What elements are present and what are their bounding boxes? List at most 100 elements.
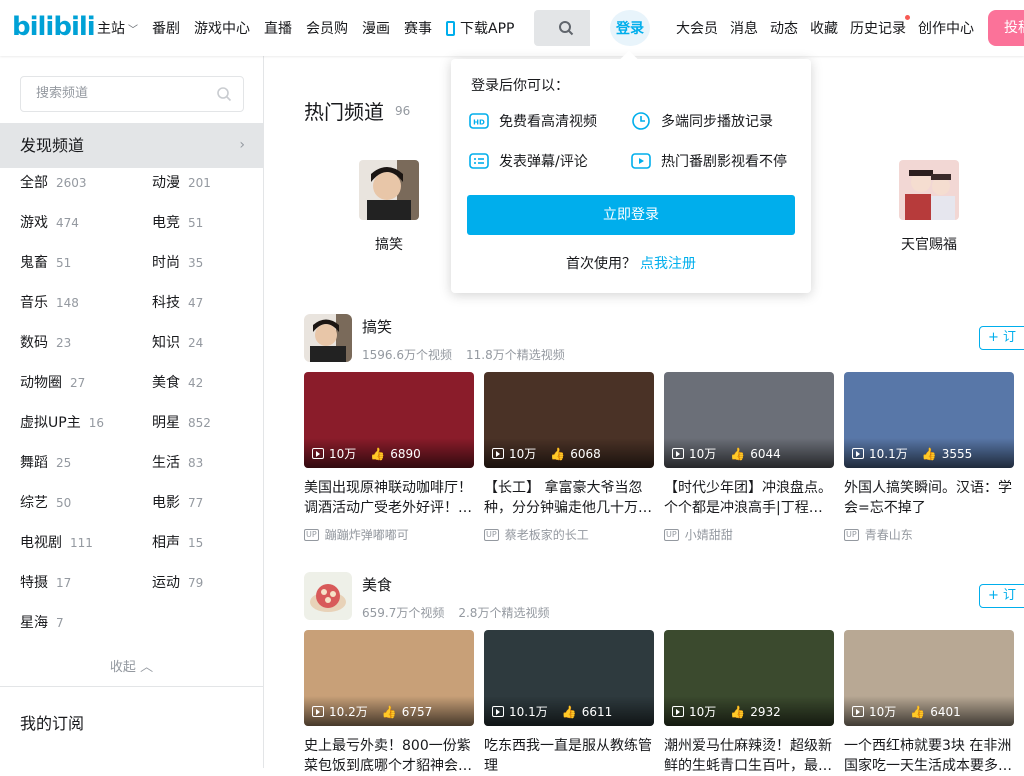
video-thumbnail[interactable]: 10万 👍 6044	[664, 372, 834, 468]
video-card[interactable]: 10万 👍 6044 【时代少年团】冲浪盘点。个个都是冲浪高手|丁程… UP 小婧甜…	[664, 372, 834, 543]
category-name: 运动	[152, 575, 180, 591]
video-uploader[interactable]: UP 蔡老板家的长工	[484, 526, 654, 543]
category-item[interactable]: 舞蹈 25	[20, 452, 71, 472]
video-stats: 10万 👍 6044	[672, 445, 795, 462]
my-subscriptions[interactable]: 我的订阅	[20, 710, 84, 734]
video-thumbnail[interactable]: 10.1万 👍 6611	[484, 630, 654, 726]
category-item[interactable]: 美食 42	[152, 372, 203, 392]
category-name: 相声	[152, 535, 180, 551]
video-thumbnail[interactable]: 10万 👍 6068	[484, 372, 654, 468]
video-uploader[interactable]: UP 青春山东	[844, 526, 1014, 543]
subscribe-button[interactable]: + 订	[979, 584, 1024, 608]
subscribe-button[interactable]: + 订	[979, 326, 1024, 350]
category-item[interactable]: 虚拟UP主 16	[20, 412, 104, 432]
search-button[interactable]	[542, 10, 590, 46]
nav-creator-center[interactable]: 创作中心	[918, 18, 974, 38]
category-item[interactable]: 电影 77	[152, 492, 203, 512]
category-count: 148	[56, 296, 79, 310]
bilibili-logo[interactable]: bilibili	[12, 12, 96, 42]
category-item[interactable]: 音乐 148	[20, 292, 79, 312]
video-card[interactable]: 10.2万 👍 6757 史上最亏外卖！800一份紫菜包饭到底哪个才貂神会…	[304, 630, 474, 776]
nav-events[interactable]: 赛事	[404, 18, 432, 38]
video-thumbnail[interactable]: 10.2万 👍 6757	[304, 630, 474, 726]
nav-manga[interactable]: 漫画	[362, 18, 390, 38]
category-item[interactable]: 星海 7	[20, 612, 64, 632]
category-item[interactable]: 综艺 50	[20, 492, 71, 512]
video-card[interactable]: 10万 👍 6401 一个西红柿就要3块 在非洲国家吃一天生活成本要多…	[844, 630, 1014, 776]
nav-main-site[interactable]: 主站 ﹀	[97, 18, 138, 38]
category-item[interactable]: 生活 83	[152, 452, 203, 472]
hot-channel-item[interactable]: 搞笑	[354, 160, 424, 254]
video-thumbnail[interactable]: 10万 👍 6401	[844, 630, 1014, 726]
nav-download-app[interactable]: 下载APP	[446, 18, 514, 38]
hot-channel-item[interactable]: 天官赐福	[894, 160, 964, 254]
category-item[interactable]: 电竞 51	[152, 212, 203, 232]
nav-vip[interactable]: 大会员	[676, 18, 718, 38]
notification-dot	[905, 15, 910, 20]
video-card[interactable]: 10.1万 👍 6611 吃东西我一直是服从教练管理	[484, 630, 654, 776]
video-title[interactable]: 外国人搞笑瞬间。汉语：学会=忘不掉了	[844, 478, 1014, 518]
collapse-button[interactable]: 收起 ︿	[0, 656, 263, 675]
category-count: 201	[188, 176, 211, 190]
video-card[interactable]: 10万 👍 6068 【长工】 拿富豪大爷当忽种，分分钟骗走他几十万… UP 蔡老板…	[484, 372, 654, 543]
video-thumbnail[interactable]: 10.1万 👍 3555	[844, 372, 1014, 468]
nav-favorites[interactable]: 收藏	[810, 18, 838, 38]
nav-live[interactable]: 直播	[264, 18, 292, 38]
category-item[interactable]: 游戏 474	[20, 212, 79, 232]
register-link[interactable]: 点我注册	[640, 256, 696, 272]
channel-name[interactable]: 搞笑	[362, 316, 392, 337]
category-item[interactable]: 电视剧 111	[20, 532, 93, 552]
video-title[interactable]: 美国出现原神联动咖啡厅！调酒活动广受老外好评！…	[304, 478, 474, 518]
channel-search-input[interactable]: 搜索频道	[20, 76, 244, 112]
upload-button[interactable]: 投稿	[988, 10, 1024, 46]
category-count: 47	[188, 296, 204, 310]
nav-messages[interactable]: 消息	[730, 18, 758, 38]
login-avatar-button[interactable]: 登录	[610, 10, 650, 46]
category-name: 电视剧	[20, 535, 62, 551]
channel-avatar[interactable]	[304, 572, 352, 620]
video-thumbnail[interactable]: 10万 👍 6890	[304, 372, 474, 468]
channel-sidebar: 搜索频道 发现频道 › 全部 2603 动漫 201 游戏 474 电竞 51 鬼畜 51 时尚 35 音…	[0, 56, 264, 768]
channel-name[interactable]: 美食	[362, 574, 392, 595]
nav-game-center[interactable]: 游戏中心	[194, 18, 250, 38]
category-name: 明星	[152, 415, 180, 431]
category-item[interactable]: 动物圈 27	[20, 372, 85, 392]
video-title[interactable]: 【时代少年团】冲浪盘点。个个都是冲浪高手|丁程…	[664, 478, 834, 518]
category-item[interactable]: 明星 852	[152, 412, 211, 432]
category-item[interactable]: 数码 23	[20, 332, 71, 352]
video-uploader[interactable]: UP 蹦蹦炸弹嘟嘟可	[304, 526, 474, 543]
category-count: 83	[188, 456, 204, 470]
video-card[interactable]: 10万 👍 2932 潮州爱马仕麻辣烫！超级新鲜的生蚝青口生百叶，最…	[664, 630, 834, 776]
category-item[interactable]: 知识 24	[152, 332, 203, 352]
category-item[interactable]: 动漫 201	[152, 172, 211, 192]
phone-icon	[446, 20, 455, 36]
category-item[interactable]: 特摄 17	[20, 572, 71, 592]
video-card[interactable]: 10万 👍 6890 美国出现原神联动咖啡厅！调酒活动广受老外好评！… UP 蹦蹦炸…	[304, 372, 474, 543]
category-item[interactable]: 时尚 35	[152, 252, 203, 272]
video-title[interactable]: 吃东西我一直是服从教练管理	[484, 736, 654, 776]
video-title[interactable]: 【长工】 拿富豪大爷当忽种，分分钟骗走他几十万…	[484, 478, 654, 518]
video-title[interactable]: 一个西红柿就要3块 在非洲国家吃一天生活成本要多…	[844, 736, 1014, 776]
video-thumbnail[interactable]: 10万 👍 2932	[664, 630, 834, 726]
channel-avatar[interactable]	[304, 314, 352, 362]
category-item[interactable]: 科技 47	[152, 292, 203, 312]
category-count: 15	[188, 536, 204, 550]
video-card[interactable]: 10.1万 👍 3555 外国人搞笑瞬间。汉语：学会=忘不掉了 UP 青春山东	[844, 372, 1014, 543]
nav-dynamics[interactable]: 动态	[770, 18, 798, 38]
video-title[interactable]: 潮州爱马仕麻辣烫！超级新鲜的生蚝青口生百叶，最…	[664, 736, 834, 776]
feature-sync-history: 多端同步播放记录	[631, 111, 773, 131]
video-uploader[interactable]: UP 小婧甜甜	[664, 526, 834, 543]
category-item[interactable]: 运动 79	[152, 572, 203, 592]
category-item[interactable]: 相声 15	[152, 532, 203, 552]
login-now-button[interactable]: 立即登录	[467, 195, 795, 235]
feature-hd-video: HD 免费看高清视频	[469, 111, 597, 131]
category-item[interactable]: 鬼畜 51	[20, 252, 71, 272]
video-title[interactable]: 史上最亏外卖！800一份紫菜包饭到底哪个才貂神会…	[304, 736, 474, 776]
discover-channels[interactable]: 发现频道 ›	[0, 123, 263, 168]
nav-history[interactable]: 历史记录	[850, 15, 910, 38]
nav-member-shop[interactable]: 会员购	[306, 18, 348, 38]
nav-bangumi[interactable]: 番剧	[152, 18, 180, 38]
search-icon[interactable]	[216, 86, 232, 102]
right-nav: 大会员 消息 动态 收藏 历史记录 创作中心	[676, 0, 986, 56]
category-item[interactable]: 全部 2603	[20, 172, 87, 192]
